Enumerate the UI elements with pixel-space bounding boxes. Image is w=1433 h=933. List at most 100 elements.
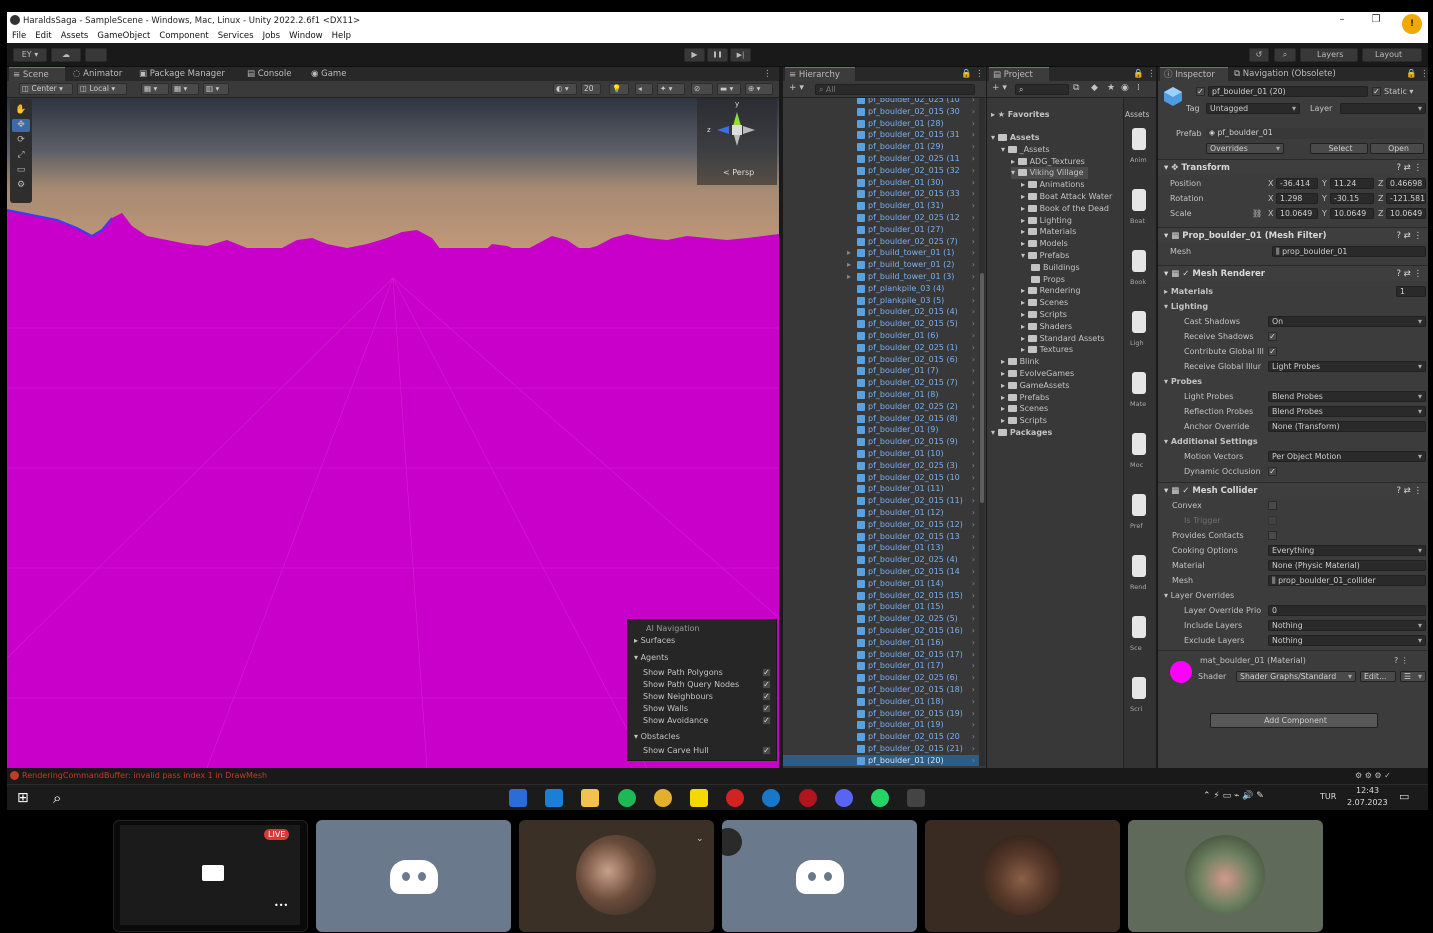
hierarchy-row[interactable]: pf_boulder_02_015 (9) › [783,436,979,448]
store-icon[interactable] [509,789,527,807]
hierarchy-row[interactable]: pf_boulder_02_015 (4) › [783,306,979,318]
menu-services[interactable]: Services [218,31,254,41]
tree-arrow-icon[interactable]: ▸ [1021,239,1028,248]
step-button[interactable]: ▶| [730,48,751,62]
pivot-space-toggle[interactable]: ◫ Local ▾ [77,83,127,95]
open-prefab-icon[interactable]: › [972,590,975,602]
hierarchy-row[interactable]: pf_boulder_02_025 (4) › [783,554,979,566]
language-indicator[interactable]: TUR [1320,792,1336,801]
project-lock-icon[interactable]: 🔒 [1133,67,1144,81]
open-prefab-icon[interactable]: › [972,330,975,342]
asset-folder-tile[interactable]: Ligh [1128,311,1154,355]
menu-assets[interactable]: Assets [61,31,89,41]
project-tree-item[interactable]: ▾ Prefabs [1021,250,1069,262]
expand-arrow-icon[interactable]: ▸ [847,259,851,271]
materials-foldout[interactable]: ▸ Materials [1164,285,1213,298]
lighting-toggle-icon[interactable]: 💡 [609,83,629,95]
open-prefab-icon[interactable]: › [972,118,975,130]
tab-package-manager[interactable]: ▣ Package Manager [135,67,243,81]
rect-tool-icon[interactable]: ▭ [12,164,30,177]
receive-gi-dropdown[interactable]: Light Probes [1268,361,1426,372]
open-prefab-icon[interactable]: › [972,271,975,283]
create-button[interactable]: + ▾ [789,83,804,93]
hierarchy-row[interactable]: pf_boulder_01 (13) › [783,542,979,554]
active-checkbox[interactable]: ✓ [1196,87,1205,96]
shader-options-button[interactable]: ☰ [1400,671,1426,682]
tree-arrow-icon[interactable]: ▸ [1021,204,1028,213]
open-prefab-icon[interactable]: › [972,507,975,519]
hierarchy-row[interactable]: pf_boulder_01 (11) › [783,483,979,495]
open-prefab-icon[interactable]: › [972,129,975,141]
shader-dropdown[interactable]: Shader Graphs/Standard [1236,671,1356,682]
expand-arrow-icon[interactable]: ▸ [847,247,851,259]
file-explorer-icon[interactable] [581,789,599,807]
project-tree-item[interactable]: ▸ Boat Attack Water [1021,191,1112,203]
tree-arrow-icon[interactable]: ▸ [1021,334,1028,343]
project-tree-item[interactable]: ▸ EvolveGames [1001,368,1074,380]
expand-arrow-icon[interactable]: ▸ [847,271,851,283]
hierarchy-row[interactable]: pf_boulder_02_025 (6) › [783,672,979,684]
project-tree-item[interactable]: ▸ Shaders [1021,321,1072,333]
open-prefab-icon[interactable]: › [972,354,975,366]
mesh-filter-menu-icon[interactable]: ? ⇄ ⋮ [1396,228,1422,244]
asset-folder-tile[interactable]: Sce [1128,616,1154,660]
layer-overrides-foldout[interactable]: ▾ Layer Overrides [1164,589,1234,602]
mesh-collider-menu-icon[interactable]: ? ⇄ ⋮ [1396,483,1422,499]
asset-folder-tile[interactable]: Boat [1128,189,1154,233]
tree-arrow-icon[interactable]: ▾ [991,428,998,437]
override-priority-field[interactable]: 0 [1268,605,1426,616]
project-tree-item[interactable]: ▾ _Assets [1001,144,1050,156]
collider-mesh-field[interactable]: ⫼ prop_boulder_01_collider [1268,575,1426,586]
increment-snap-icon[interactable]: ▥ ▾ [203,83,229,95]
rotation-z-field[interactable]: -121.581 [1386,193,1426,204]
tab-scene[interactable]: ≡ Scene [9,67,65,81]
transform-header[interactable]: ▾ ✥ Transform? ⇄ ⋮ [1158,159,1428,175]
hierarchy-menu-icon[interactable]: ⋮ [975,67,984,81]
search-taskbar-icon[interactable]: ⌕ [53,789,61,807]
hierarchy-search-input[interactable]: ⌕ All [815,84,975,95]
menu-file[interactable]: File [12,31,26,41]
asset-folder-tile[interactable]: Book [1128,250,1154,294]
tree-arrow-icon[interactable]: ▸ [1021,180,1028,189]
scale-z-field[interactable]: 10.0649 [1386,208,1426,219]
open-prefab-icon[interactable]: › [972,637,975,649]
nav-agents-section[interactable]: ▾ Agents [628,652,778,663]
hierarchy-row[interactable]: pf_boulder_02_015 (33 › [783,188,979,200]
menu-help[interactable]: Help [332,31,351,41]
tree-arrow-icon[interactable]: ▸ [1001,357,1008,366]
scale-link-icon[interactable]: ⛓ [1252,207,1262,220]
open-prefab-icon[interactable]: › [972,743,975,755]
hierarchy-row[interactable]: pf_boulder_02_025 (2) › [783,401,979,413]
open-prefab-icon[interactable]: › [972,566,975,578]
tab-project[interactable]: ▤ Project [989,67,1049,81]
open-prefab-icon[interactable]: › [972,708,975,720]
hierarchy-row[interactable]: pf_boulder_02_015 (32 › [783,165,979,177]
hierarchy-row[interactable]: pf_boulder_01 (8) › [783,389,979,401]
scale-y-field[interactable]: 10.0649 [1330,208,1374,219]
open-prefab-icon[interactable]: › [972,613,975,625]
visibility-icon[interactable]: ◉ [1121,83,1129,93]
project-tree-item[interactable]: ▸ Scripts [1021,309,1067,321]
pause-button[interactable]: ❚❚ [707,48,728,62]
open-prefab-icon[interactable]: › [972,389,975,401]
open-prefab-icon[interactable]: › [972,98,975,106]
mesh-collider-header[interactable]: ▾ ▦ ✓ Mesh Collider? ⇄ ⋮ [1158,482,1428,498]
open-prefab-icon[interactable]: › [972,212,975,224]
unity-taskbar-icon[interactable] [907,789,925,807]
hierarchy-row[interactable]: pf_boulder_01 (31) › [783,200,979,212]
favorites-row[interactable]: ▸ ★ Favorites [991,109,1050,121]
favorite-icon[interactable]: ★ [1107,83,1115,93]
hierarchy-row[interactable]: pf_boulder_02_015 (5) › [783,318,979,330]
avoidance-checkbox[interactable]: ✓ [762,716,771,725]
tree-arrow-icon[interactable]: ▸ [1001,369,1008,378]
project-tree-item[interactable]: ▸ Blink [1001,356,1039,368]
project-tree-item[interactable]: ▸ Rendering [1021,285,1080,297]
hierarchy-row[interactable]: pf_boulder_01 (17) › [783,660,979,672]
open-prefab-icon[interactable]: › [972,448,975,460]
menu-edit[interactable]: Edit [35,31,51,41]
tree-arrow-icon[interactable]: ▾ [1021,251,1028,260]
hierarchy-row[interactable]: pf_boulder_01 (7) › [783,365,979,377]
hierarchy-row[interactable]: pf_boulder_02_025 (5) › [783,613,979,625]
hierarchy-row[interactable]: pf_boulder_02_025 (7) › [783,236,979,248]
tree-arrow-icon[interactable]: ▸ [1021,345,1028,354]
